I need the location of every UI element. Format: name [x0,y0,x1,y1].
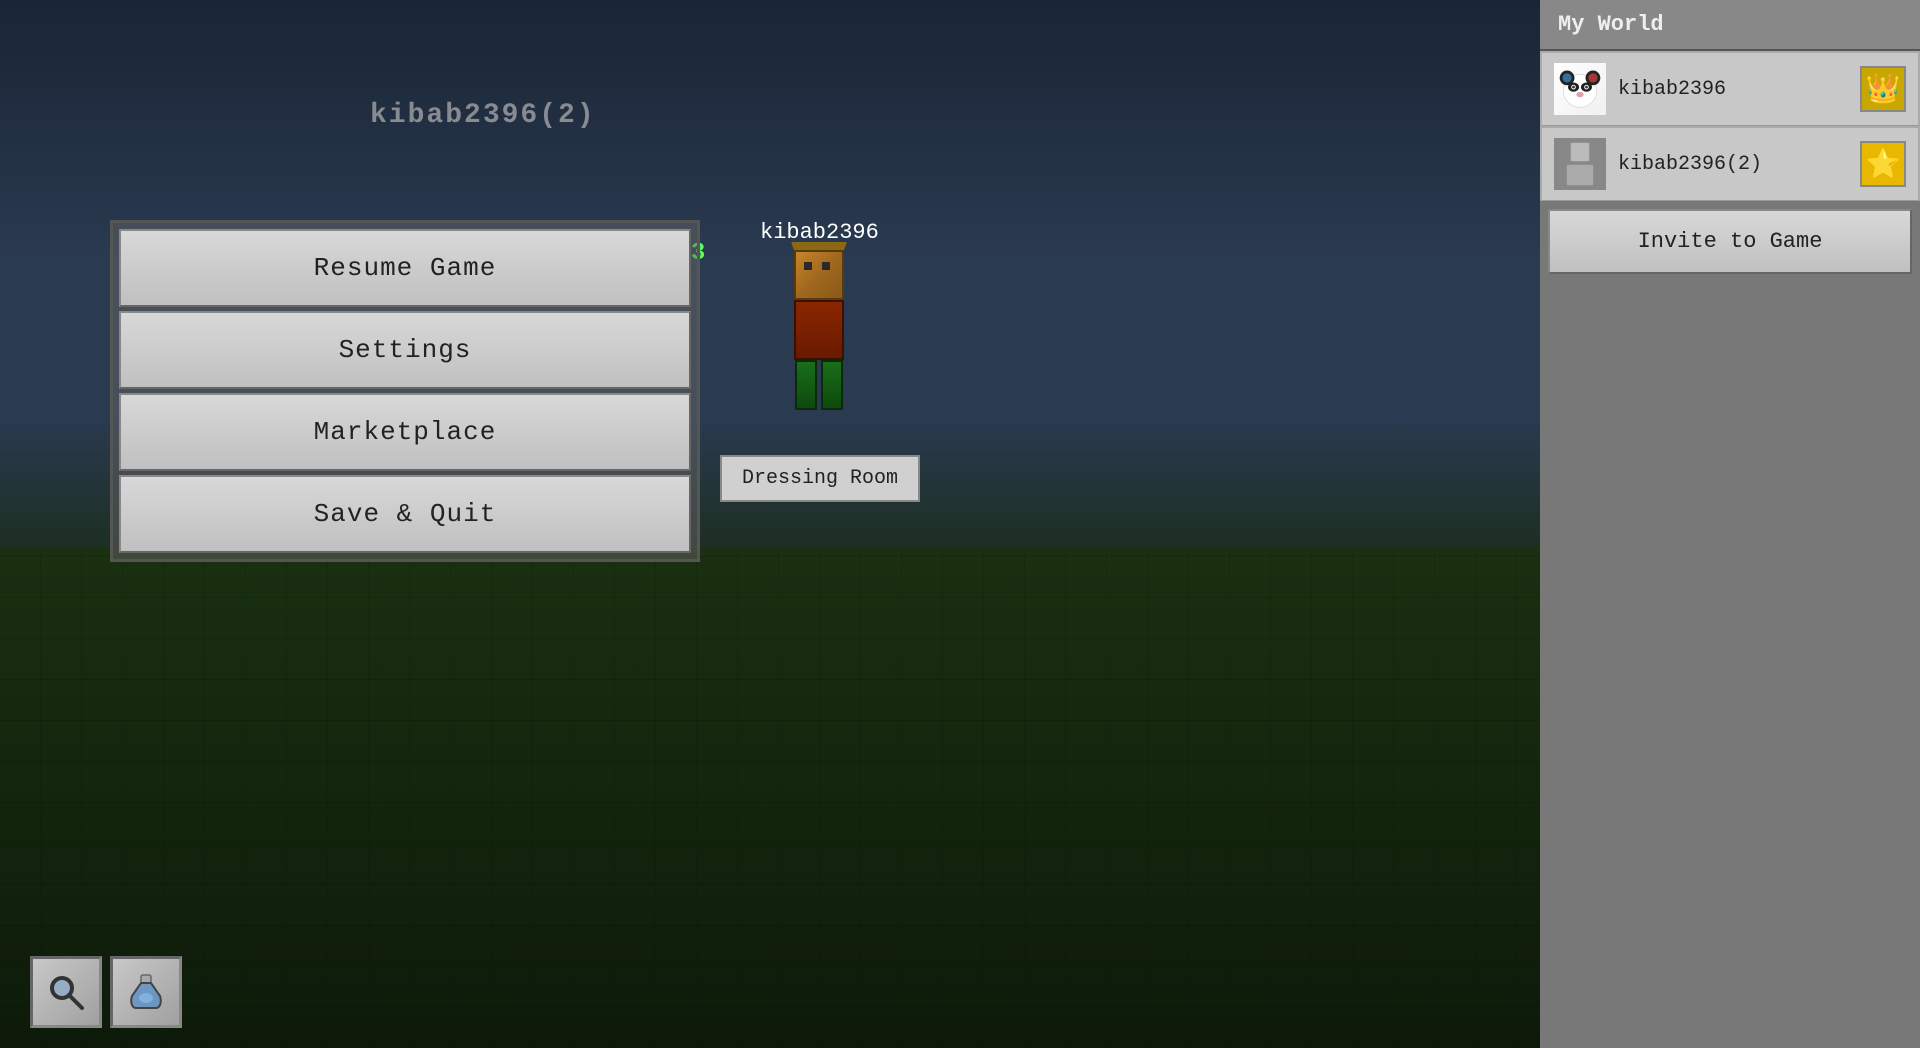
player-2-badge: ⭐ [1860,141,1906,187]
world-player-name: kibab2396(2) [370,100,596,131]
char-leg-left [795,360,817,410]
player-1-name: kibab2396 [1618,78,1860,101]
potion-icon [124,970,168,1014]
player-character: kibab2396 [760,220,879,430]
player-2-name: kibab2396(2) [1618,153,1860,176]
char-body [794,300,844,360]
char-leg-right [821,360,843,410]
default-avatar-icon [1554,138,1606,190]
player-1-badge: 👑 [1860,66,1906,112]
player-avatar-1 [1554,63,1606,115]
sidebar: My World [1540,0,1920,1048]
invite-to-game-button[interactable]: Invite to Game [1548,209,1912,274]
save-quit-button[interactable]: Save & Quit [119,475,691,553]
player-avatar-2 [1554,138,1606,190]
char-legs [769,360,869,410]
sidebar-title: My World [1540,0,1920,51]
player-row-1[interactable]: kibab2396 👑 [1540,51,1920,126]
settings-button[interactable]: Settings [119,311,691,389]
dressing-room-button[interactable]: Dressing Room [720,455,920,502]
hotbar [30,956,182,1028]
char-head [794,250,844,300]
player-row-2[interactable]: kibab2396(2) ⭐ [1540,126,1920,201]
hotbar-slot-1[interactable] [30,956,102,1028]
character-sprite [769,250,869,430]
resume-game-button[interactable]: Resume Game [119,229,691,307]
marketplace-button[interactable]: Marketplace [119,393,691,471]
hotbar-slot-2[interactable] [110,956,182,1028]
magnifying-glass-icon [44,970,88,1014]
menu-panel: Resume Game Settings Marketplace Save & … [110,220,700,562]
panda-avatar-icon [1556,65,1604,113]
